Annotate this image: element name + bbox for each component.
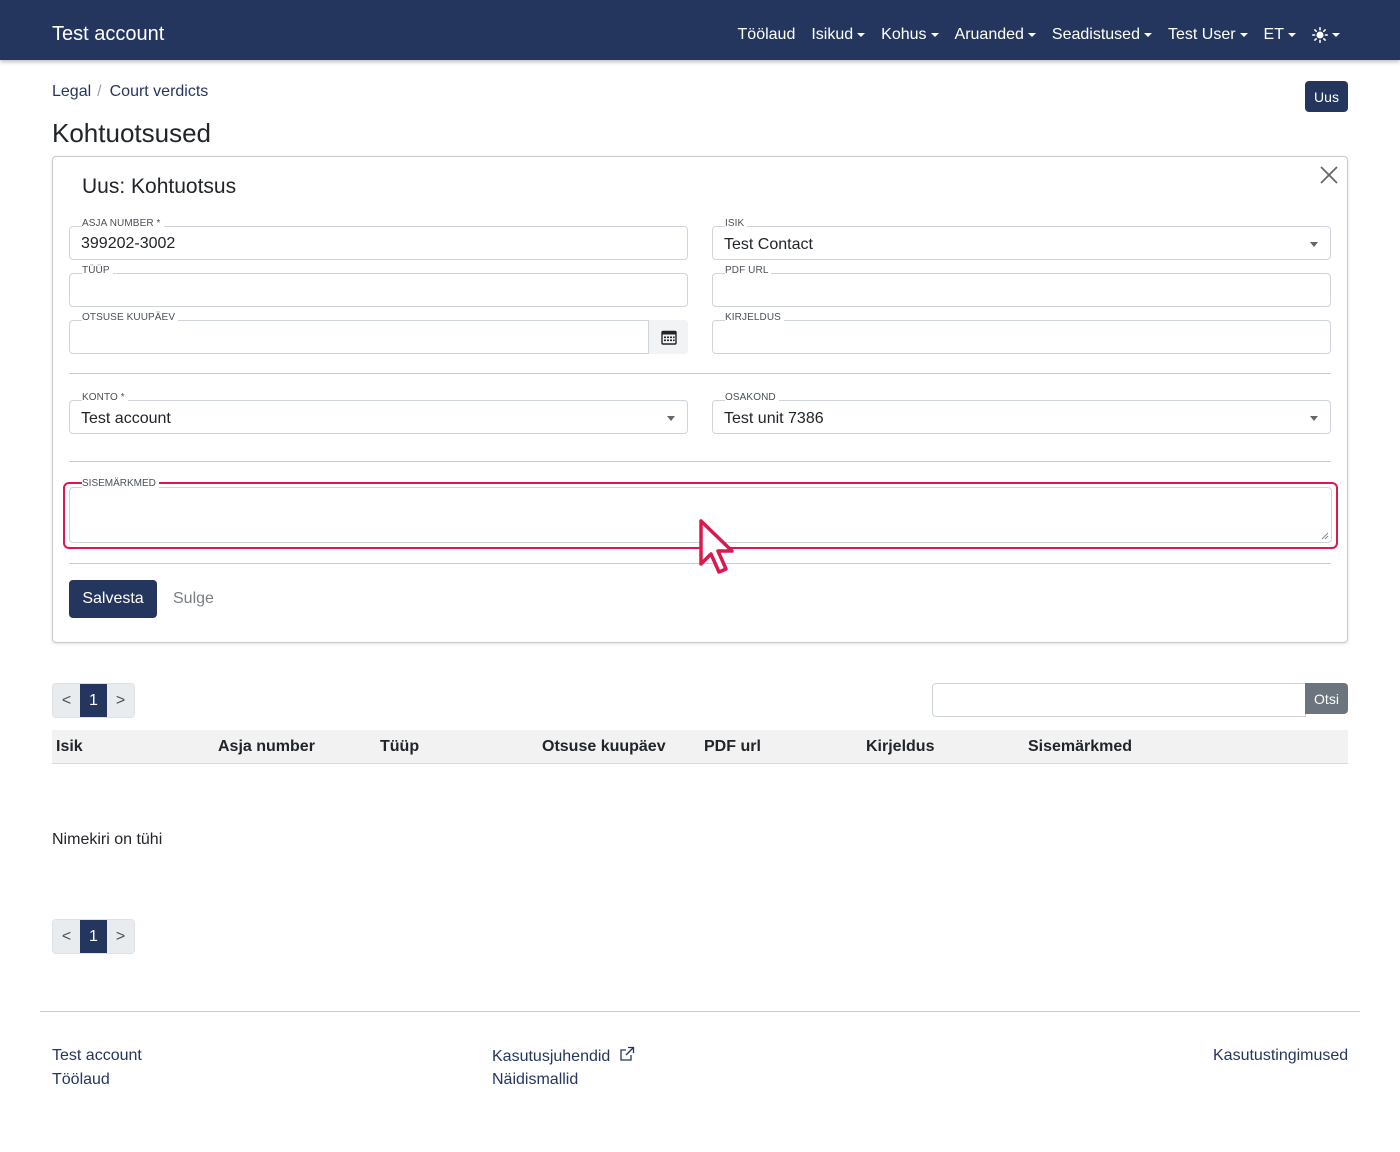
pdf-url-field[interactable]: PDF URL bbox=[712, 265, 1331, 307]
footer-link-dashboard[interactable]: Töölaud bbox=[52, 1070, 110, 1090]
nav-item-toolaud[interactable]: Töölaud bbox=[738, 24, 796, 46]
empty-list-message: Nimekiri on tühi bbox=[52, 831, 163, 848]
caret-down-icon bbox=[857, 33, 866, 37]
case-number-field[interactable]: ASJA NUMBER * 399202-3002 bbox=[69, 218, 688, 260]
decision-date-field[interactable]: OTSUSE KUUPÄEV bbox=[69, 312, 688, 354]
nav-item-isikud[interactable]: Isikud bbox=[811, 24, 866, 46]
pdf-url-input[interactable] bbox=[712, 273, 1331, 307]
caret-down-icon bbox=[1239, 33, 1248, 37]
column-header-otsuse-kuupaev[interactable]: Otsuse kuupäev bbox=[542, 738, 666, 756]
footer-link-account[interactable]: Test account bbox=[52, 1046, 142, 1066]
close-icon[interactable] bbox=[1318, 164, 1340, 186]
nav-label: ET bbox=[1263, 26, 1284, 43]
nav-item-language[interactable]: ET bbox=[1264, 24, 1296, 46]
person-select[interactable]: ISIK Test Contact bbox=[712, 218, 1331, 260]
next-page-button[interactable]: > bbox=[107, 920, 134, 953]
column-header-sisemarkmed[interactable]: Sisemärkmed bbox=[1028, 738, 1132, 756]
nav-label: Seadistused bbox=[1051, 26, 1140, 43]
description-field[interactable]: KIRJELDUS bbox=[712, 312, 1331, 354]
field-label: SISEMÄRKMED bbox=[82, 478, 159, 490]
footer-link-templates[interactable]: Näidismallid bbox=[492, 1070, 578, 1090]
field-label: ISIK bbox=[725, 218, 748, 230]
navbar-brand[interactable]: Test account bbox=[52, 22, 164, 46]
column-header-kirjeldus[interactable]: Kirjeldus bbox=[866, 738, 934, 756]
caret-down-icon bbox=[1143, 33, 1152, 37]
department-select[interactable]: OSAKOND Test unit 7386 bbox=[712, 392, 1331, 434]
prev-page-button[interactable]: < bbox=[53, 920, 80, 953]
sun-icon bbox=[1312, 27, 1328, 43]
nav-item-aruanded[interactable]: Aruanded bbox=[955, 24, 1036, 46]
field-value: 399202-3002 bbox=[81, 235, 176, 252]
footer-link-terms[interactable]: Kasutustingimused bbox=[1213, 1046, 1348, 1066]
pagination-bottom: < 1 > bbox=[52, 919, 135, 954]
decision-date-input[interactable] bbox=[69, 320, 688, 354]
divider bbox=[69, 461, 1331, 462]
new-button[interactable]: Uus bbox=[1305, 81, 1348, 112]
next-page-button[interactable]: > bbox=[107, 684, 134, 717]
breadcrumb-separator: / bbox=[97, 83, 102, 100]
table-header: Isik Asja number Tüüp Otsuse kuupäev PDF… bbox=[52, 730, 1348, 764]
calendar-button[interactable] bbox=[648, 320, 688, 354]
footer-divider bbox=[40, 1011, 1360, 1012]
type-input[interactable] bbox=[69, 273, 688, 307]
field-label: OTSUSE KUUPÄEV bbox=[82, 312, 179, 324]
nav-label: Isikud bbox=[811, 26, 854, 43]
nav-item-seadistused[interactable]: Seadistused bbox=[1052, 24, 1152, 46]
prev-page-button[interactable]: < bbox=[53, 684, 80, 717]
caret-down-icon bbox=[1332, 33, 1340, 37]
nav-label: Kohus bbox=[881, 26, 927, 43]
nav-item-theme[interactable] bbox=[1312, 27, 1340, 43]
nav-label: Aruanded bbox=[954, 26, 1024, 43]
field-value: Test unit 7386 bbox=[724, 410, 824, 427]
page-title: Kohtuotsused bbox=[52, 118, 212, 148]
field-label: ASJA NUMBER * bbox=[82, 218, 164, 230]
nav-item-kohus[interactable]: Kohus bbox=[881, 24, 939, 46]
caret-down-icon bbox=[930, 33, 939, 37]
breadcrumb: Legal / Court verdicts bbox=[52, 82, 208, 102]
search-input[interactable] bbox=[932, 683, 1306, 717]
external-link-icon bbox=[620, 1046, 634, 1061]
mouse-pointer-icon bbox=[699, 519, 734, 574]
nav-label: Töölaud bbox=[737, 26, 796, 43]
nav-item-user-menu[interactable]: Test User bbox=[1168, 24, 1248, 46]
breadcrumb-legal[interactable]: Legal bbox=[52, 82, 91, 102]
divider bbox=[69, 373, 1331, 374]
field-label: TÜÜP bbox=[82, 265, 113, 277]
dropdown-arrow-icon[interactable] bbox=[1310, 416, 1318, 421]
footer-link-label: Kasutusjuhendid bbox=[492, 1048, 611, 1065]
column-header-isik[interactable]: Isik bbox=[56, 738, 83, 756]
top-navbar: Test account Töölaud Isikud Kohus Aruand… bbox=[0, 0, 1400, 60]
account-select[interactable]: KONTO * Test account bbox=[69, 392, 688, 434]
nav-label: Test User bbox=[1167, 26, 1236, 43]
close-form-link[interactable]: Sulge bbox=[173, 589, 214, 609]
form-title: Uus: Kohtuotsus bbox=[82, 175, 237, 198]
field-label: OSAKOND bbox=[725, 392, 779, 404]
resize-grip-icon[interactable] bbox=[1321, 532, 1329, 540]
caret-down-icon bbox=[1027, 33, 1036, 37]
navbar-menu: Töölaud Isikud Kohus Aruanded Seadistuse… bbox=[738, 24, 1340, 46]
breadcrumb-court-verdicts[interactable]: Court verdicts bbox=[110, 82, 209, 102]
field-label: KIRJELDUS bbox=[725, 312, 784, 324]
save-button[interactable]: Salvesta bbox=[69, 580, 157, 618]
description-input[interactable] bbox=[712, 320, 1331, 354]
caret-down-icon bbox=[1288, 33, 1296, 37]
page-1-button[interactable]: 1 bbox=[80, 920, 107, 953]
field-value: Test Contact bbox=[724, 236, 813, 253]
column-header-asja-number[interactable]: Asja number bbox=[218, 738, 315, 756]
field-value: Test account bbox=[81, 410, 171, 427]
pagination-top: < 1 > bbox=[52, 683, 135, 718]
column-header-pdf-url[interactable]: PDF url bbox=[704, 738, 761, 756]
type-field[interactable]: TÜÜP bbox=[69, 265, 688, 307]
dropdown-arrow-icon[interactable] bbox=[667, 416, 675, 421]
field-label: PDF URL bbox=[725, 265, 772, 277]
calendar-icon bbox=[660, 330, 677, 345]
footer-link-user-guides[interactable]: Kasutusjuhendid bbox=[492, 1046, 635, 1067]
search-button[interactable]: Otsi bbox=[1305, 683, 1348, 714]
column-header-tuup[interactable]: Tüüp bbox=[380, 738, 419, 756]
field-label: KONTO * bbox=[82, 392, 128, 404]
page-1-button[interactable]: 1 bbox=[80, 684, 107, 717]
dropdown-arrow-icon[interactable] bbox=[1310, 242, 1318, 247]
